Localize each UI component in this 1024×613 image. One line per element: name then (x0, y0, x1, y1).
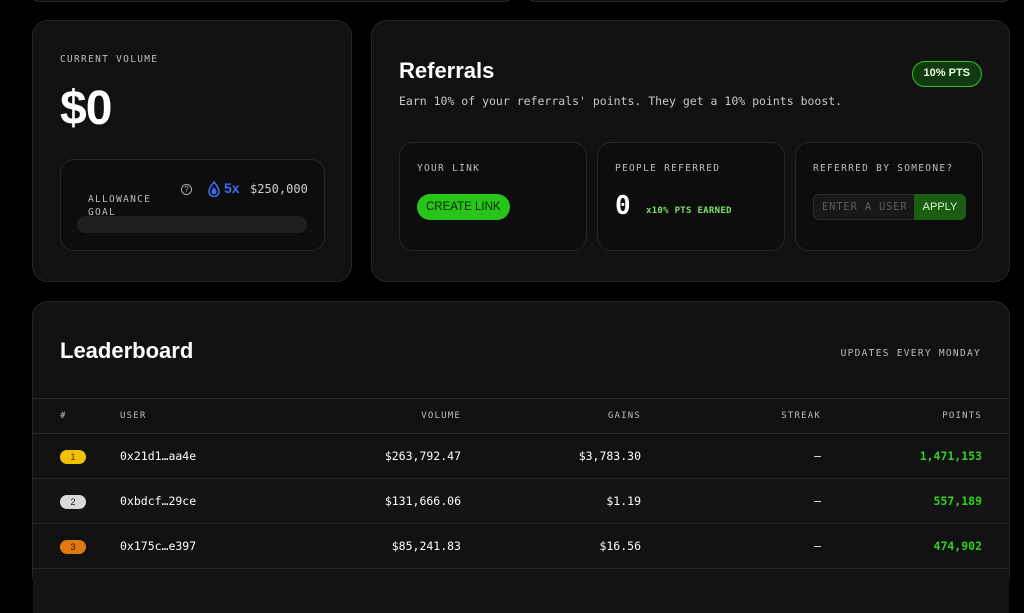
referrals-title: Referrals (399, 58, 495, 83)
rank-badge: 3 (60, 539, 86, 554)
referred-by-box: REFERRED BY SOMEONE? APPLY (795, 142, 983, 251)
points-value: 474,902 (933, 539, 982, 553)
points-value: 1,471,153 (919, 449, 982, 463)
user-address[interactable]: 0xbdcf…29ce (120, 479, 196, 523)
people-referred-label: PEOPLE REFERRED (615, 163, 721, 174)
referrals-card: Referrals Earn 10% of your referrals' po… (371, 20, 1010, 282)
points-value: 557,189 (933, 494, 982, 508)
rank-cell: 1 (60, 434, 86, 478)
table-header-row: # USER VOLUME GAINS STREAK POINTS (33, 398, 1009, 433)
multiplier-value: 5x (224, 180, 240, 196)
points-earned-note: x10% PTS EARNED (646, 206, 732, 216)
leaderboard-card: Leaderboard UPDATES EVERY MONDAY # USER … (32, 301, 1010, 613)
leaderboard-update-note: UPDATES EVERY MONDAY (840, 348, 981, 359)
gains-value: $1.19 (606, 494, 641, 508)
column-header-rank: # (60, 411, 67, 421)
volume-value: $85,241.83 (391, 539, 461, 553)
referrer-username-input[interactable] (813, 194, 914, 220)
rank-badge: 2 (60, 494, 86, 509)
people-referred-count: 0 (615, 191, 631, 221)
your-link-label: YOUR LINK (417, 163, 481, 174)
table-row-partial (33, 568, 1009, 613)
rank-cell: 2 (60, 479, 86, 523)
streak-value: – (814, 449, 821, 463)
apply-button[interactable]: APPLY (914, 194, 966, 220)
current-volume-value: $0 (60, 82, 112, 135)
upper-panel-edge-right (528, 0, 1010, 2)
table-row[interactable]: 1 0x21d1…aa4e $263,792.47 $3,783.30 – 1,… (33, 433, 1009, 478)
column-header-volume[interactable]: VOLUME (421, 399, 461, 434)
streak-value: – (814, 539, 821, 553)
allowance-goal-value: $250,000 (250, 182, 308, 196)
gains-value: $3,783.30 (578, 449, 641, 463)
volume-value: $131,666.06 (384, 494, 461, 508)
column-header-gains[interactable]: GAINS (608, 399, 641, 434)
current-volume-card: CURRENT VOLUME $0 ALLOWANCE GOAL ? 5x $2… (32, 20, 352, 282)
referrals-description: Earn 10% of your referrals' points. They… (399, 94, 843, 108)
current-volume-label: CURRENT VOLUME (60, 54, 159, 65)
column-header-points[interactable]: POINTS (942, 399, 982, 434)
help-icon[interactable]: ? (181, 184, 192, 195)
referred-by-label: REFERRED BY SOMEONE? (813, 163, 954, 174)
referral-points-badge: 10% PTS (911, 61, 982, 87)
column-header-user: USER (120, 411, 147, 421)
volume-value: $263,792.47 (384, 449, 461, 463)
leaderboard-title: Leaderboard (60, 338, 194, 363)
your-link-box: YOUR LINK CREATE LINK (399, 142, 587, 251)
rank-cell: 3 (60, 524, 86, 568)
streak-value: – (814, 494, 821, 508)
table-row[interactable]: 2 0xbdcf…29ce $131,666.06 $1.19 – 557,18… (33, 478, 1009, 523)
people-referred-box: PEOPLE REFERRED 0 x10% PTS EARNED (597, 142, 785, 251)
allowance-progress-bar (77, 216, 307, 233)
gains-value: $16.56 (599, 539, 641, 553)
multiplier-drop-icon (208, 181, 220, 197)
create-link-button[interactable]: CREATE LINK (417, 194, 510, 220)
user-address[interactable]: 0x21d1…aa4e (120, 434, 196, 478)
user-address[interactable]: 0x175c…e397 (120, 524, 196, 568)
upper-panel-edge-left (32, 0, 512, 2)
allowance-goal-box: ALLOWANCE GOAL ? 5x $250,000 (60, 159, 325, 251)
column-header-streak[interactable]: STREAK (781, 399, 821, 434)
rank-badge: 1 (60, 449, 86, 464)
table-row[interactable]: 3 0x175c…e397 $85,241.83 $16.56 – 474,90… (33, 523, 1009, 568)
leaderboard-table: # USER VOLUME GAINS STREAK POINTS 1 0x21… (33, 398, 1009, 613)
